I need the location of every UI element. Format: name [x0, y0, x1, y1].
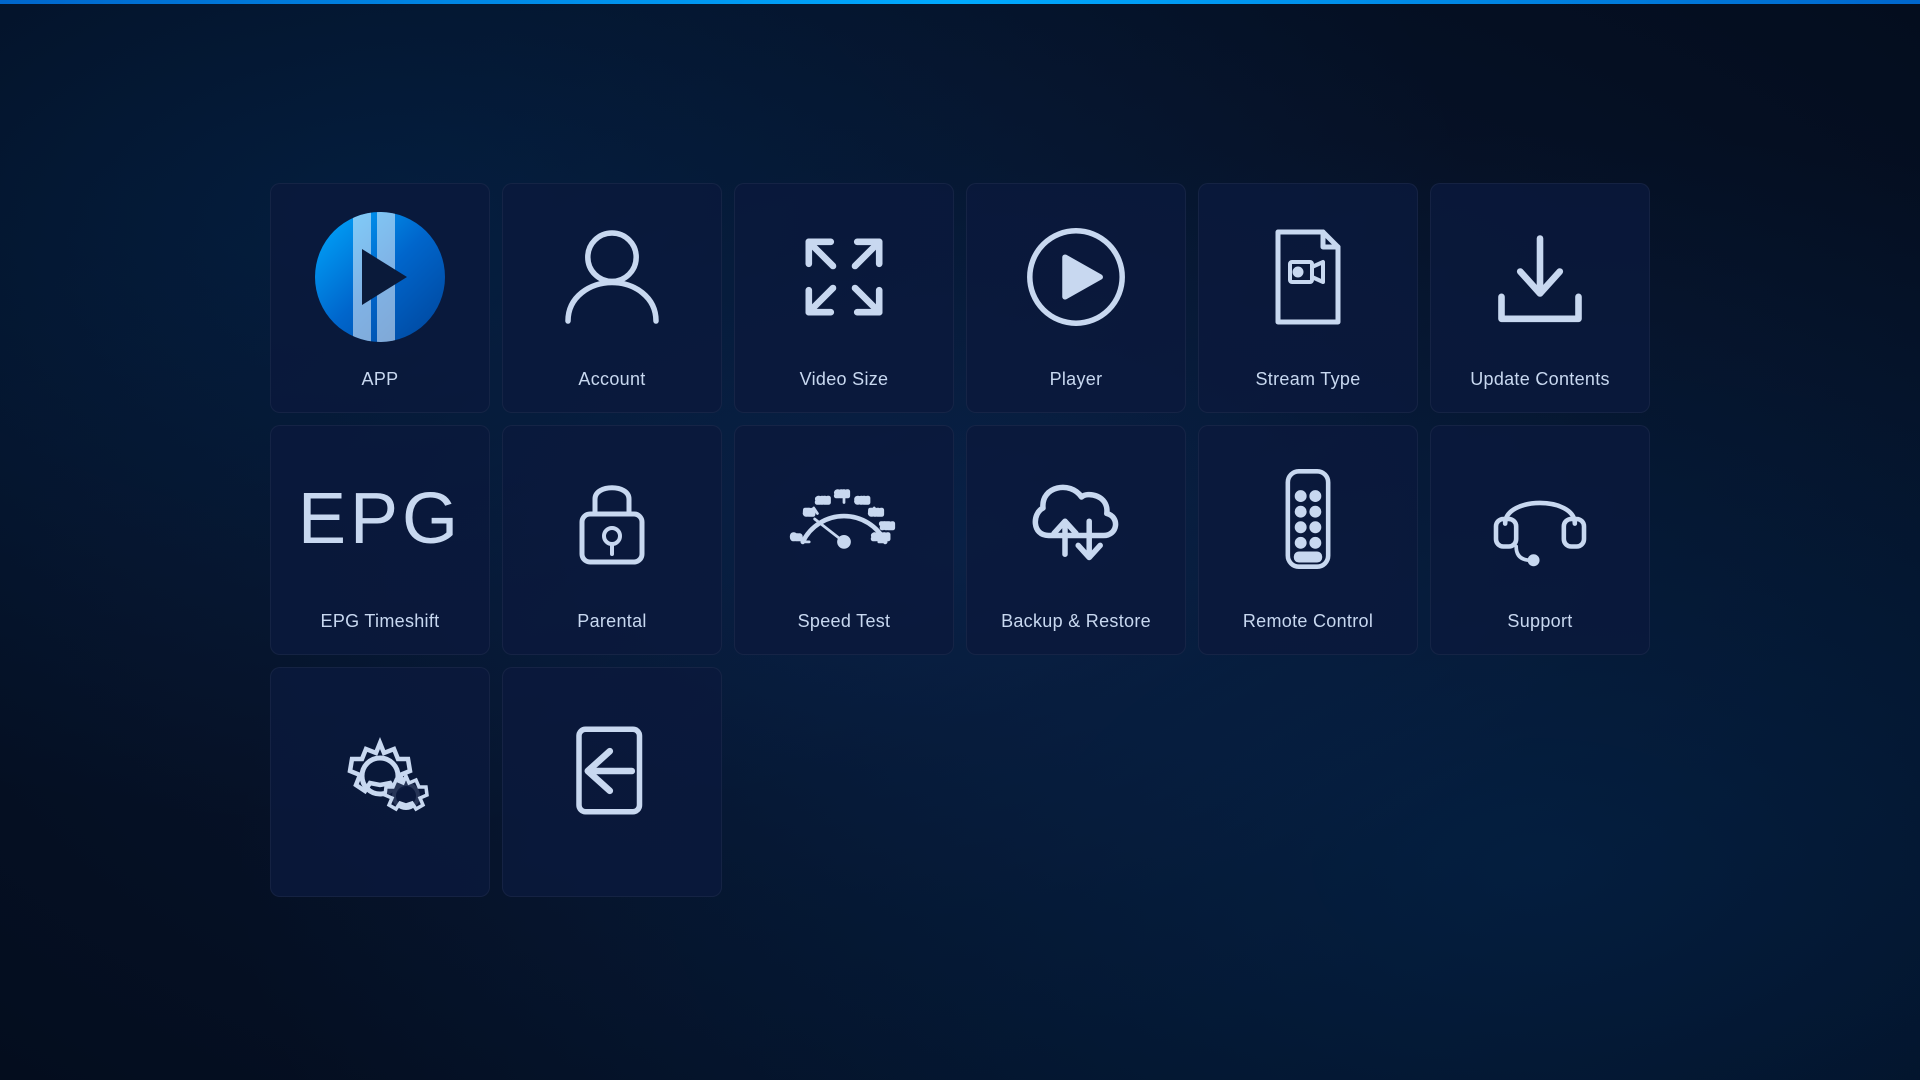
update-contents-icon — [1431, 184, 1649, 369]
empty-tile-6 — [1430, 667, 1650, 897]
empty-tile-4 — [966, 667, 1186, 897]
speed-test-tile[interactable]: 0m 5M 10M 20M 30M 50M 75M 100M Speed Tes… — [734, 425, 954, 655]
account-icon — [503, 184, 721, 369]
account-tile[interactable]: Account — [502, 183, 722, 413]
video-size-icon — [735, 184, 953, 369]
svg-text:50M: 50M — [870, 509, 882, 516]
player-label: Player — [1050, 369, 1103, 390]
svg-text:0m: 0m — [792, 534, 801, 541]
empty-tile-3 — [734, 667, 954, 897]
svg-text:20M: 20M — [836, 491, 848, 498]
stream-type-tile[interactable]: Stream Type — [1198, 183, 1418, 413]
epg-icon: EPG — [271, 426, 489, 611]
support-label: Support — [1507, 611, 1572, 632]
svg-text:30M: 30M — [856, 497, 868, 504]
epg-timeshift-tile[interactable]: EPG EPG Timeshift — [270, 425, 490, 655]
settings-icon — [271, 668, 489, 874]
parental-icon — [503, 426, 721, 611]
svg-text:75M: 75M — [881, 523, 893, 530]
app-tile[interactable]: APP — [270, 183, 490, 413]
svg-text:100M: 100M — [873, 534, 889, 541]
video-size-label: Video Size — [800, 369, 889, 390]
logout-icon — [503, 668, 721, 874]
backup-restore-tile[interactable]: Backup & Restore — [966, 425, 1186, 655]
update-contents-label: Update Contents — [1470, 369, 1610, 390]
stream-type-icon — [1199, 184, 1417, 369]
svg-text:5M: 5M — [805, 509, 814, 516]
backup-restore-icon — [967, 426, 1185, 611]
svg-text:10M: 10M — [817, 497, 829, 504]
support-icon — [1431, 426, 1649, 611]
logout-tile[interactable] — [502, 667, 722, 897]
video-size-tile[interactable]: Video Size — [734, 183, 954, 413]
app-label: APP — [362, 369, 399, 390]
backup-restore-label: Backup & Restore — [1001, 611, 1151, 632]
update-contents-tile[interactable]: Update Contents — [1430, 183, 1650, 413]
remote-control-icon — [1199, 426, 1417, 611]
speed-test-label: Speed Test — [798, 611, 891, 632]
empty-tile-5 — [1198, 667, 1418, 897]
settings-grid: APP Account — [230, 143, 1690, 937]
account-label: Account — [578, 369, 645, 390]
parental-tile[interactable]: Parental — [502, 425, 722, 655]
stream-type-label: Stream Type — [1255, 369, 1360, 390]
support-tile[interactable]: Support — [1430, 425, 1650, 655]
epg-timeshift-label: EPG Timeshift — [321, 611, 440, 632]
parental-label: Parental — [577, 611, 646, 632]
settings-tile[interactable] — [270, 667, 490, 897]
player-tile[interactable]: Player — [966, 183, 1186, 413]
remote-control-tile[interactable]: Remote Control — [1198, 425, 1418, 655]
app-icon — [271, 184, 489, 369]
remote-control-label: Remote Control — [1243, 611, 1373, 632]
player-icon — [967, 184, 1185, 369]
speed-test-icon: 0m 5M 10M 20M 30M 50M 75M 100M — [735, 426, 953, 611]
